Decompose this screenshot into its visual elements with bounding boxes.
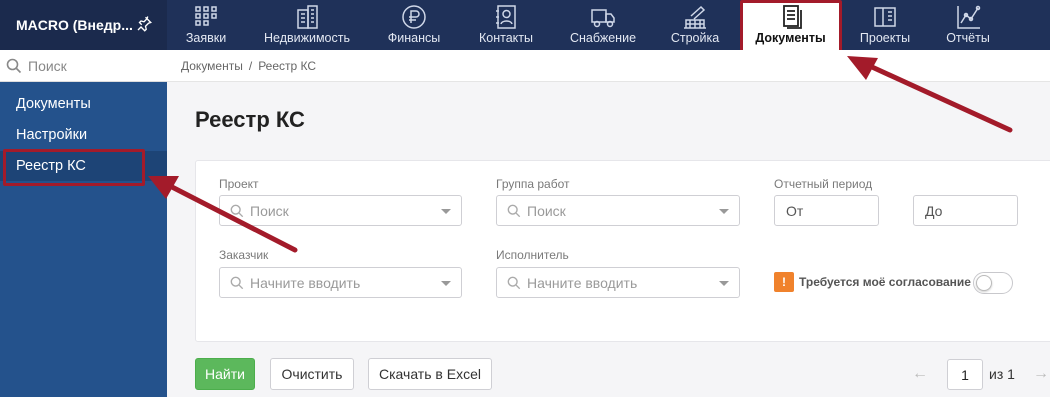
customer-label: Заказчик xyxy=(219,248,269,262)
app-brand[interactable]: MACRO (Внедр... xyxy=(0,0,167,50)
customer-placeholder: Начните вводить xyxy=(250,274,361,291)
customer-select[interactable]: Начните вводить xyxy=(219,267,462,298)
top-navigation-bar: MACRO (Внедр... Заявки Недвижимость Фина… xyxy=(0,0,1050,50)
nav-label: Финансы xyxy=(387,31,441,45)
search-icon xyxy=(6,58,22,73)
nav-label: Заявки xyxy=(185,31,227,45)
ruble-icon xyxy=(402,5,426,29)
nav-item-real-estate[interactable]: Недвижимость xyxy=(255,0,359,50)
nav-label: Отчёты xyxy=(946,31,990,45)
chart-icon xyxy=(957,5,981,29)
chevron-down-icon xyxy=(719,209,729,214)
contractor-label: Исполнитель xyxy=(496,248,569,262)
pager-prev-arrow-icon[interactable]: ← xyxy=(912,365,928,383)
filter-panel xyxy=(195,160,1050,342)
search-icon xyxy=(230,204,244,217)
sidebar-item-documents[interactable]: Документы xyxy=(0,89,167,119)
nav-label: Недвижимость xyxy=(264,31,350,45)
sidebar-item-label: Настройки xyxy=(16,127,88,143)
nav-label: Проекты xyxy=(859,31,911,45)
nav-item-projects[interactable]: Проекты xyxy=(852,0,918,50)
breadcrumb: Документы / Реестр КС xyxy=(167,50,1050,82)
nav-label: Стройка xyxy=(670,31,720,45)
nav-item-supply[interactable]: Снабжение xyxy=(562,0,644,50)
clear-button[interactable]: Очистить xyxy=(270,358,354,390)
sidebar-item-label: Документы xyxy=(16,96,91,112)
project-label: Проект xyxy=(219,177,259,191)
sidebar-search[interactable]: Поиск xyxy=(0,50,167,82)
period-label: Отчетный период xyxy=(774,177,873,191)
pager-page-input[interactable]: 1 xyxy=(947,359,983,390)
work-group-placeholder: Поиск xyxy=(527,202,566,219)
sidebar-item-settings[interactable]: Настройки xyxy=(0,120,167,150)
chevron-down-icon xyxy=(441,209,451,214)
work-group-select[interactable]: Поиск xyxy=(496,195,740,226)
period-to-placeholder: До xyxy=(925,202,943,219)
annotation-highlight-ks-registry xyxy=(3,149,145,186)
find-button[interactable]: Найти xyxy=(195,358,255,390)
period-to-input[interactable]: До xyxy=(913,195,1018,226)
breadcrumb-separator: / xyxy=(248,58,253,73)
search-icon xyxy=(230,276,244,289)
requests-grid-icon xyxy=(195,6,217,26)
search-icon xyxy=(507,204,521,217)
toggle-knob xyxy=(976,275,992,291)
chevron-down-icon xyxy=(719,281,729,286)
pin-icon[interactable] xyxy=(135,15,153,33)
page-title: Реестр КС xyxy=(195,107,305,132)
contractor-placeholder: Начните вводить xyxy=(527,274,638,291)
period-from-input[interactable]: От xyxy=(774,195,879,226)
pager-total: из 1 xyxy=(989,366,1015,382)
nav-label: Контакты xyxy=(479,31,533,45)
contacts-book-icon xyxy=(496,5,516,29)
nav-item-requests[interactable]: Заявки xyxy=(175,0,237,50)
nav-item-construction[interactable]: Стройка xyxy=(662,0,728,50)
breadcrumb-item-documents[interactable]: Документы xyxy=(181,59,243,73)
sidebar: Поиск Документы Настройки Реестр КС xyxy=(0,50,167,397)
project-placeholder: Поиск xyxy=(250,202,289,219)
project-select[interactable]: Поиск xyxy=(219,195,462,226)
pager-next-arrow-icon[interactable]: → xyxy=(1033,365,1049,383)
download-excel-button[interactable]: Скачать в Excel xyxy=(368,358,492,390)
truck-icon xyxy=(591,9,615,28)
approval-required-toggle[interactable] xyxy=(973,272,1013,294)
work-group-label: Группа работ xyxy=(496,177,570,191)
nav-item-finance[interactable]: Финансы xyxy=(378,0,450,50)
app-title: MACRO (Внедр... xyxy=(16,17,133,33)
warning-badge-icon: ! xyxy=(774,272,794,292)
contractor-select[interactable]: Начните вводить xyxy=(496,267,740,298)
building-icon xyxy=(297,5,318,29)
nav-label: Снабжение xyxy=(569,31,637,45)
sidebar-search-placeholder: Поиск xyxy=(28,57,67,74)
nav-item-reports[interactable]: Отчёты xyxy=(936,0,1000,50)
breadcrumb-item-current: Реестр КС xyxy=(258,58,317,73)
approval-required-label: Требуется моё согласование xyxy=(799,275,971,289)
period-from-placeholder: От xyxy=(786,202,804,219)
chevron-down-icon xyxy=(441,281,451,286)
construction-icon xyxy=(684,5,706,29)
nav-item-contacts[interactable]: Контакты xyxy=(470,0,542,50)
projects-icon xyxy=(874,7,896,27)
search-icon xyxy=(507,276,521,289)
